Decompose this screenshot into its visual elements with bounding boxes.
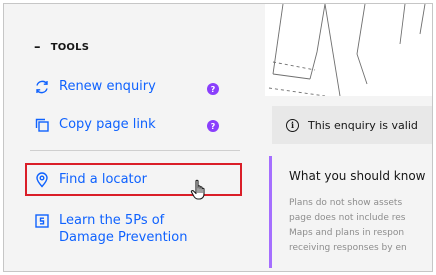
sidebar-divider xyxy=(30,150,240,151)
learn-5ps-link[interactable]: Learn the 5Ps of Damage Prevention xyxy=(34,212,188,246)
panel-body-line: Maps and plans in respon xyxy=(289,228,405,238)
panel-title: What you should know xyxy=(289,169,426,183)
tools-section-header[interactable]: – TOOLS xyxy=(34,40,89,55)
panel-body: Plans do not show assets page does not i… xyxy=(289,196,432,256)
panel-accent-bar xyxy=(269,156,272,268)
tools-sidebar: – TOOLS Renew enquiry ? Copy page link ?… xyxy=(4,4,250,271)
learn-5ps-label: Learn the 5Ps of Damage Prevention xyxy=(59,212,188,246)
learn-5ps-label-line1: Learn the 5Ps of xyxy=(59,213,165,228)
copy-icon xyxy=(34,117,50,133)
panel-body-line: receiving responses by en xyxy=(289,243,407,253)
learn-5ps-label-line2: Damage Prevention xyxy=(59,230,188,245)
hand-pointer-cursor-icon xyxy=(190,179,208,201)
find-a-locator-highlight xyxy=(25,163,242,196)
panel-body-line: page does not include res xyxy=(289,213,406,223)
app-frame: – TOOLS Renew enquiry ? Copy page link ?… xyxy=(3,3,433,272)
enquiry-validity-notice: i This enquiry is valid xyxy=(272,106,432,144)
renew-icon xyxy=(34,79,50,95)
site-map-preview[interactable] xyxy=(265,4,432,96)
copy-page-link-label: Copy page link xyxy=(59,117,156,132)
panel-body-line: Plans do not show assets xyxy=(289,198,403,208)
tools-section-title: TOOLS xyxy=(50,42,90,53)
renew-help-badge[interactable]: ? xyxy=(207,83,219,95)
document-s-icon xyxy=(34,213,50,229)
what-you-should-know-panel: What you should know Plans do not show a… xyxy=(263,154,432,271)
copy-help-badge[interactable]: ? xyxy=(207,120,219,132)
collapse-icon[interactable]: – xyxy=(34,40,41,55)
enquiry-validity-text: This enquiry is valid xyxy=(308,118,418,132)
renew-enquiry-label: Renew enquiry xyxy=(59,79,156,94)
info-icon: i xyxy=(286,118,299,132)
copy-page-link[interactable]: Copy page link xyxy=(34,116,156,133)
renew-enquiry-link[interactable]: Renew enquiry xyxy=(34,78,156,95)
